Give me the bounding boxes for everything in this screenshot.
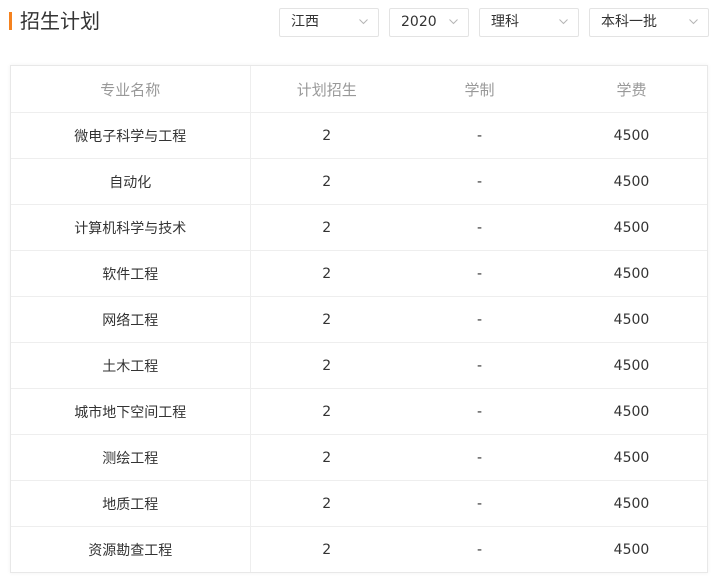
plan-count-cell: 2 [250, 480, 403, 527]
year-select[interactable]: 2020 [389, 8, 469, 37]
major-name-cell: 软件工程 [11, 250, 251, 297]
province-select-value: 江西 [291, 14, 319, 30]
table-row: 土木工程 2 - 4500 [11, 342, 707, 389]
subject-select-value: 理科 [491, 14, 519, 30]
chevron-down-icon [559, 17, 568, 26]
major-name-cell: 微电子科学与工程 [11, 112, 251, 159]
tuition-cell: 4500 [556, 158, 707, 205]
tuition-cell: 4500 [556, 250, 707, 297]
table-row: 自动化 2 - 4500 [11, 158, 707, 205]
table-row: 资源勘查工程 2 - 4500 [11, 526, 707, 572]
major-name-cell: 土木工程 [11, 342, 251, 389]
table-row: 地质工程 2 - 4500 [11, 480, 707, 527]
column-header-tuition: 学费 [556, 66, 707, 113]
duration-cell: - [403, 250, 556, 297]
major-name-cell: 自动化 [11, 158, 251, 205]
table-row: 软件工程 2 - 4500 [11, 250, 707, 297]
duration-cell: - [476, 541, 483, 558]
tuition-cell: 4500 [556, 112, 707, 159]
duration-cell: - [403, 342, 556, 389]
tuition-cell: 4500 [556, 388, 707, 435]
tuition-cell: 4500 [556, 204, 707, 251]
table-row: 网络工程 2 - 4500 [11, 296, 707, 343]
subject-select[interactable]: 理科 [479, 8, 579, 37]
enrollment-plan-table: 专业名称 计划招生 学制 学费 微电子科学与工程 2 - 4500 自动化 2 … [10, 65, 708, 573]
tuition-cell: 4500 [556, 342, 707, 389]
duration-cell: - [403, 434, 556, 481]
plan-count-cell: 2 [250, 112, 403, 159]
column-header-duration: 学制 [403, 66, 556, 113]
plan-count-cell: 2 [250, 342, 403, 389]
chevron-down-icon [359, 17, 368, 26]
plan-count-cell: 2 [322, 541, 332, 558]
page-header: 招生计划 江西 2020 理科 本科一批 [0, 0, 717, 50]
batch-select[interactable]: 本科一批 [589, 8, 709, 37]
table-row: 微电子科学与工程 2 - 4500 [11, 112, 707, 159]
table-header-row: 专业名称 计划招生 学制 学费 [11, 66, 707, 113]
batch-select-value: 本科一批 [601, 14, 657, 30]
chevron-down-icon [449, 17, 458, 26]
plan-count-cell: 2 [250, 158, 403, 205]
duration-cell: - [403, 296, 556, 343]
table-row: 计算机科学与技术 2 - 4500 [11, 204, 707, 251]
major-name-cell: 测绘工程 [11, 434, 251, 481]
tuition-cell: 4500 [556, 296, 707, 343]
page-title: 招生计划 [20, 9, 100, 33]
duration-cell: - [403, 158, 556, 205]
major-name-cell: 计算机科学与技术 [11, 204, 251, 251]
title-accent-bar [9, 12, 12, 30]
plan-count-cell: 2 [250, 296, 403, 343]
tuition-cell: 4500 [556, 434, 707, 481]
tuition-cell: 4500 [613, 541, 650, 558]
plan-count-cell: 2 [250, 434, 403, 481]
chevron-down-icon [689, 17, 698, 26]
table-row: 城市地下空间工程 2 - 4500 [11, 388, 707, 435]
major-name-cell: 资源勘查工程 [11, 526, 251, 572]
column-header-major: 专业名称 [11, 66, 251, 113]
duration-cell: - [403, 112, 556, 159]
plan-count-cell: 2 [250, 204, 403, 251]
tuition-cell: 4500 [556, 480, 707, 527]
plan-count-cell: 2 [250, 388, 403, 435]
duration-cell: - [403, 204, 556, 251]
duration-cell: - [403, 480, 556, 527]
column-header-plan: 计划招生 [250, 66, 403, 113]
major-name-cell: 地质工程 [11, 480, 251, 527]
major-name-cell: 城市地下空间工程 [11, 388, 251, 435]
province-select[interactable]: 江西 [279, 8, 379, 37]
duration-cell: - [403, 388, 556, 435]
year-select-value: 2020 [401, 14, 437, 30]
major-name-cell: 网络工程 [11, 296, 251, 343]
plan-count-cell: 2 [250, 250, 403, 297]
table-row: 测绘工程 2 - 4500 [11, 434, 707, 481]
